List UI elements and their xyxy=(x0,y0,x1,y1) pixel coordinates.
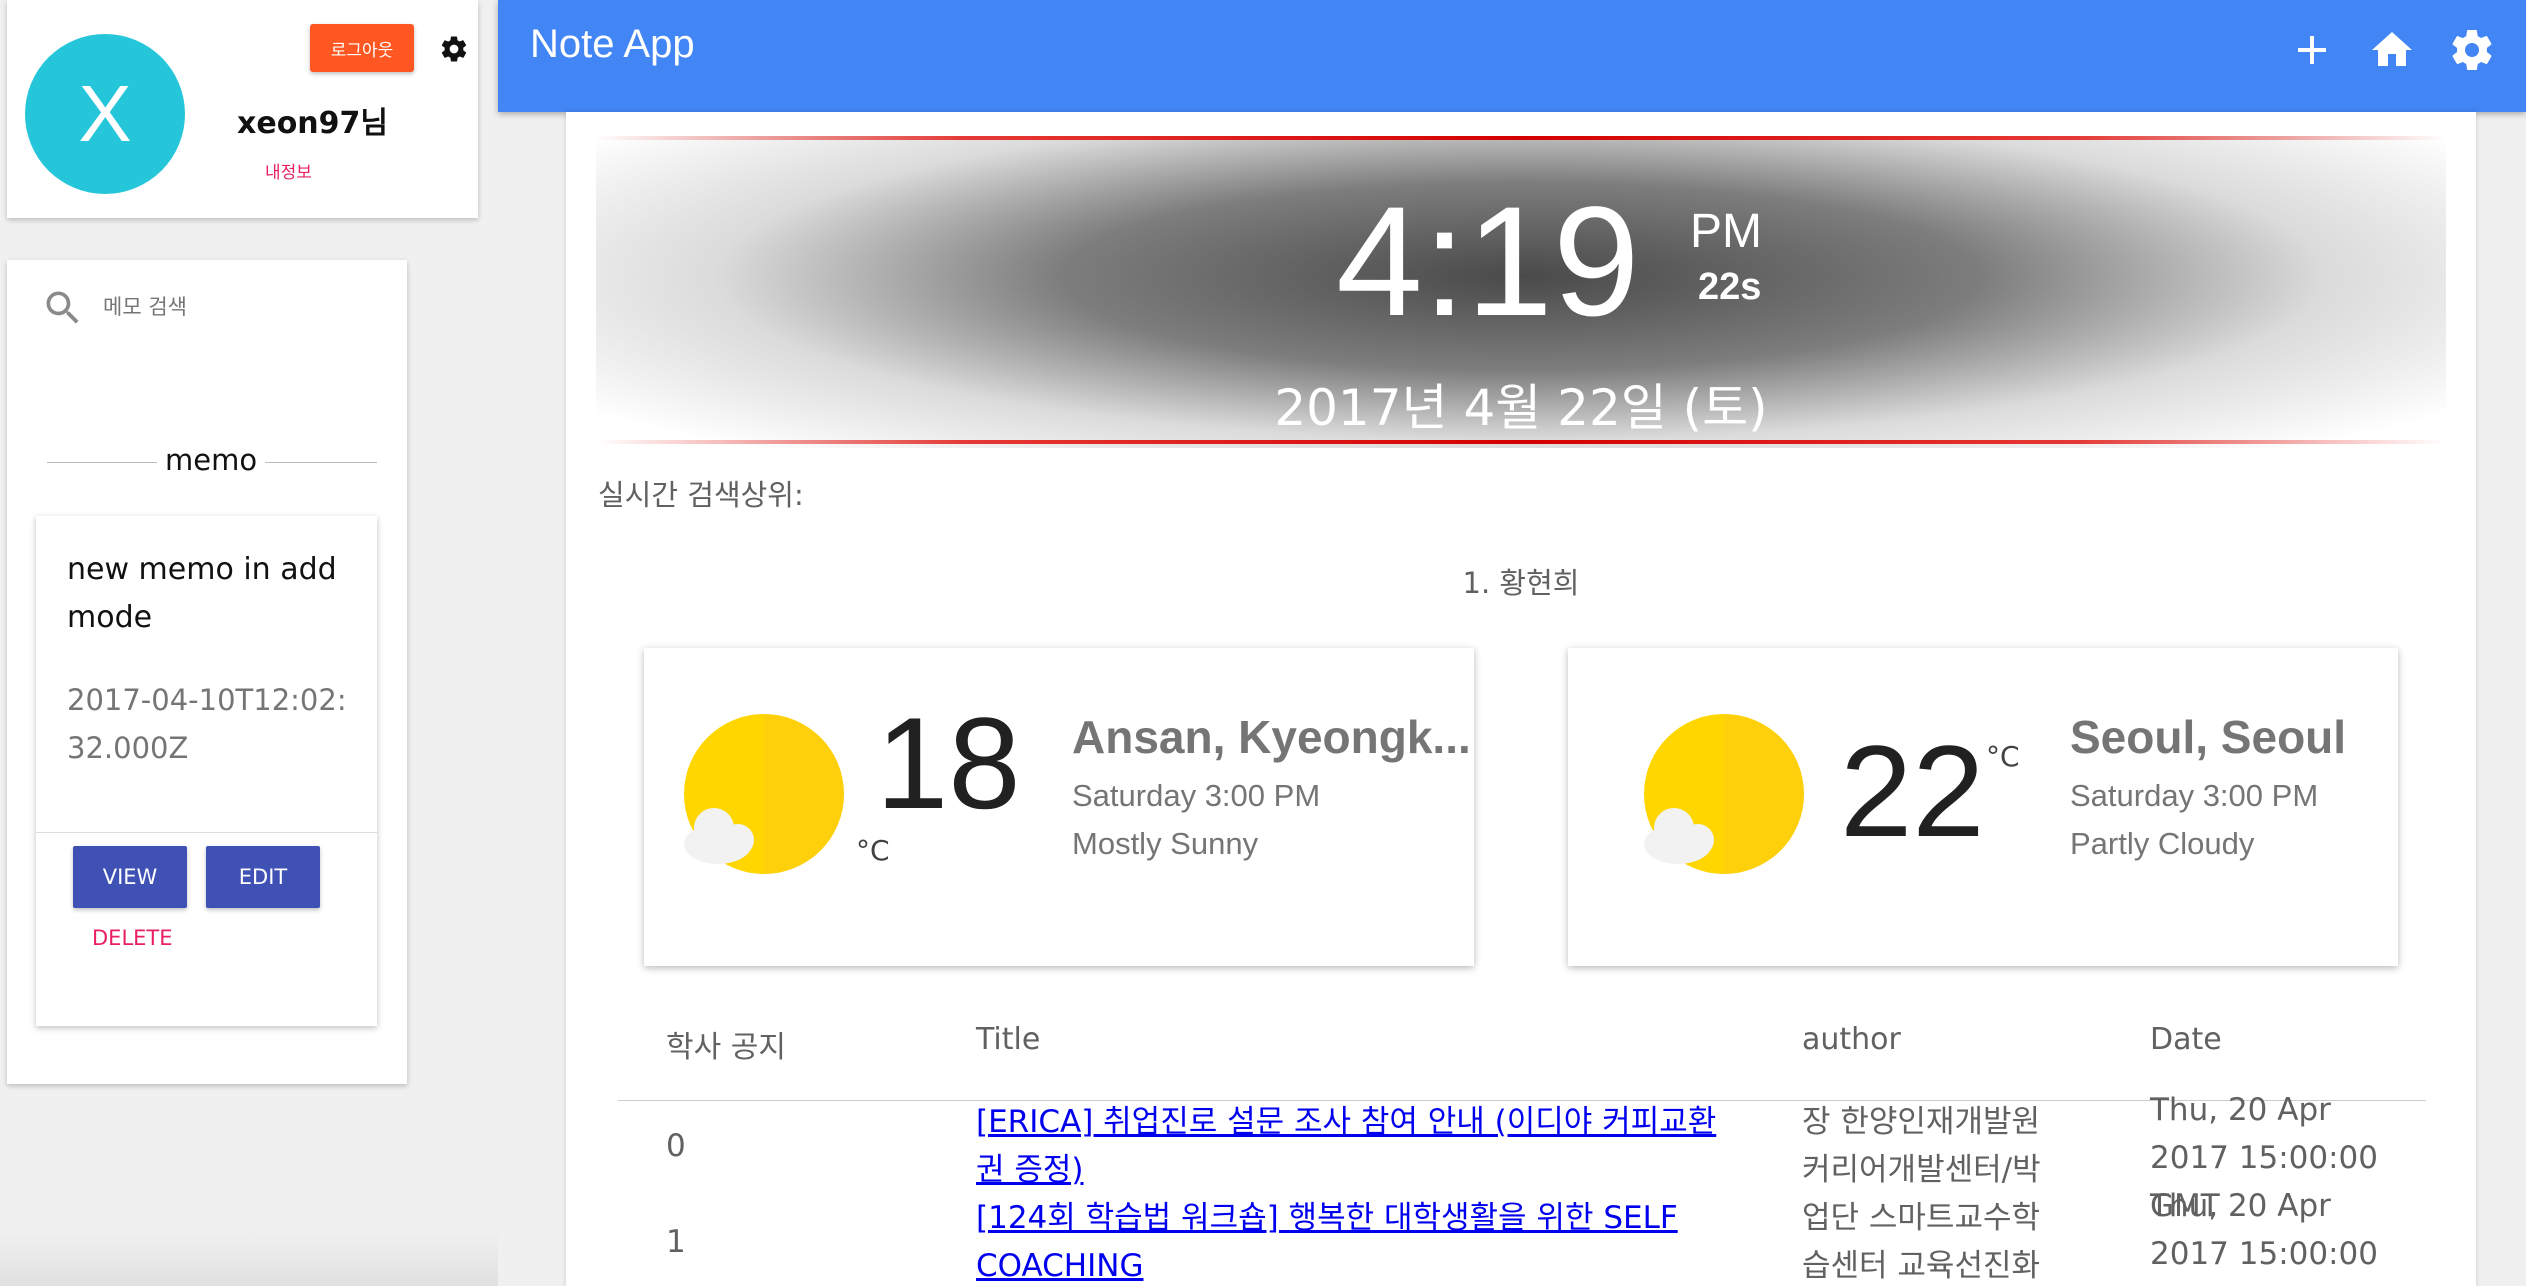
memo-card: new memo in add mode 2017-04-10T12:02:32… xyxy=(36,516,377,1026)
clock-ampm: PM xyxy=(1690,205,1762,258)
search-icon xyxy=(46,291,79,324)
temperature-unit: °C xyxy=(1986,740,2020,773)
memo-date: 2017-04-10T12:02:32.000Z xyxy=(67,683,347,765)
bottom-fade xyxy=(0,1230,498,1286)
temperature: 22 xyxy=(1840,718,1985,864)
edit-button[interactable]: EDIT xyxy=(206,846,320,908)
plus-icon[interactable] xyxy=(2288,26,2336,74)
weather-city: Ansan, Kyeongk... xyxy=(1072,711,1471,763)
logout-button[interactable]: 로그아웃 xyxy=(310,24,414,72)
partly-sunny-icon xyxy=(1644,714,1804,874)
search-input[interactable] xyxy=(101,288,385,326)
clock-widget: 4:19 PM 22s 2017년 4월 22일 (토) xyxy=(596,136,2446,448)
trending-item[interactable]: 1. 황현희 xyxy=(566,560,2476,602)
myinfo-link[interactable]: 내정보 xyxy=(265,158,312,183)
username: xeon97님 xyxy=(237,106,389,141)
notice-date: Thu, 20 Apr 2017 15:00:00 GMT xyxy=(2150,1188,2378,1286)
weather-city: Seoul, Seoul xyxy=(2070,711,2347,763)
column-header: Title xyxy=(976,1022,1041,1057)
clock-seconds: 22s xyxy=(1698,266,1762,308)
memo-panel: memo new memo in add mode 2017-04-10T12:… xyxy=(7,260,407,1084)
weather-card: 22 °C Seoul, Seoul Saturday 3:00 PM Part… xyxy=(1568,648,2398,966)
partly-sunny-icon xyxy=(684,714,844,874)
memo-heading: memo xyxy=(157,443,266,477)
weather-card: 18 °C Ansan, Kyeongk... Saturday 3:00 PM… xyxy=(644,648,1474,966)
memo-text: new memo in add mode xyxy=(67,552,337,635)
notice-author: 업단 스마트교수학습센터 교육선진화 xyxy=(1802,1200,2041,1284)
app-title: Note App xyxy=(530,22,695,66)
column-header: Date xyxy=(2150,1022,2222,1057)
avatar[interactable]: X xyxy=(25,34,185,194)
trending-label: 실시간 검색상위: xyxy=(598,478,804,512)
column-header: 학사 공지 xyxy=(666,1030,786,1065)
home-icon[interactable] xyxy=(2368,26,2416,74)
divider xyxy=(596,136,2446,140)
column-header: author xyxy=(1802,1022,1901,1057)
delete-button[interactable]: DELETE xyxy=(92,926,173,950)
divider xyxy=(596,440,2446,444)
row-index: 1 xyxy=(666,1224,686,1260)
weather-condition: Partly Cloudy xyxy=(2070,826,2255,861)
temperature-unit: °C xyxy=(856,834,890,867)
clock-time: 4:19 xyxy=(1336,175,1640,349)
divider xyxy=(36,832,377,833)
row-index: 0 xyxy=(666,1128,686,1164)
weather-condition: Mostly Sunny xyxy=(1072,826,1259,861)
notice-author: 장 한양인재개발원 커리어개발센터/박 xyxy=(1802,1104,2041,1188)
gear-icon[interactable] xyxy=(439,34,469,64)
temperature: 18 xyxy=(876,690,1021,836)
notice-title-link[interactable]: [124회 학습법 워크숍] 행복한 대학생활을 위한 SELF COACHIN… xyxy=(976,1194,1736,1286)
weather-time: Saturday 3:00 PM xyxy=(1072,778,1321,813)
notice-title-link[interactable]: [ERICA] 취업진로 설문 조사 참여 안내 (이디야 커피교환권 증정) xyxy=(976,1098,1736,1194)
gear-icon[interactable] xyxy=(2448,26,2496,74)
app-bar: Note App xyxy=(498,0,2526,112)
main-content: 4:19 PM 22s 2017년 4월 22일 (토) 실시간 검색상위: 1… xyxy=(566,112,2476,1286)
profile-card: X 로그아웃 xeon97님 내정보 xyxy=(7,0,478,218)
clock-date: 2017년 4월 22일 (토) xyxy=(1274,379,1768,437)
weather-time: Saturday 3:00 PM xyxy=(2070,778,2319,813)
view-button[interactable]: VIEW xyxy=(73,846,187,908)
